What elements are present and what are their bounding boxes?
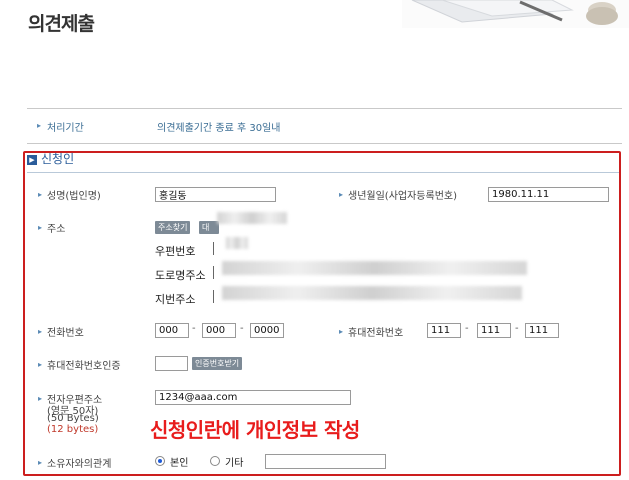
get-verify-code-button[interactable]: 인증번호받기 bbox=[192, 357, 243, 370]
phone-separator: - bbox=[240, 323, 244, 334]
redacted-text bbox=[217, 212, 287, 224]
annotation-caption: 신청인란에 개인정보 작성 bbox=[150, 418, 360, 442]
mobile-label: 휴대전화번호 bbox=[348, 328, 404, 339]
relation-other-label: 기타 bbox=[225, 458, 244, 469]
email-input[interactable] bbox=[155, 390, 351, 405]
zip-input[interactable] bbox=[213, 242, 220, 255]
section-arrow-icon: ▶ bbox=[27, 154, 37, 165]
mobile-separator: - bbox=[465, 323, 469, 334]
name-label: 성명(법인명) bbox=[47, 191, 101, 202]
bullet-icon: ▸ bbox=[37, 121, 42, 130]
zip-label: 우편번호 bbox=[155, 245, 196, 258]
phone-label: 전화번호 bbox=[47, 328, 84, 339]
redacted-text bbox=[222, 286, 522, 300]
section-divider bbox=[27, 172, 619, 173]
proxy-button[interactable]: 대행 bbox=[199, 221, 219, 234]
mobile-verify-label: 휴대전화번호인증 bbox=[47, 361, 121, 372]
bullet-icon: ▸ bbox=[38, 190, 43, 199]
redacted-text bbox=[222, 261, 527, 275]
processing-period-value: 의견제출기간 종료 후 30일내 bbox=[157, 123, 281, 134]
email-note-bytes: (50 Bytes) bbox=[47, 413, 99, 424]
relation-label: 소유자와의관계 bbox=[47, 459, 112, 470]
road-address-input[interactable] bbox=[213, 266, 220, 279]
relation-self-label: 본인 bbox=[170, 458, 189, 469]
mobile-separator: - bbox=[515, 323, 519, 334]
bullet-icon: ▸ bbox=[339, 190, 344, 199]
bullet-icon: ▸ bbox=[38, 327, 43, 336]
redacted-text bbox=[226, 237, 248, 249]
lot-address-label: 지번주소 bbox=[155, 293, 196, 306]
phone-input-3[interactable] bbox=[250, 323, 284, 338]
phone-input-1[interactable] bbox=[155, 323, 189, 338]
birth-input[interactable] bbox=[488, 187, 609, 202]
documents-illustration-icon bbox=[402, 0, 629, 28]
relation-other-input[interactable] bbox=[265, 454, 386, 469]
page-title: 의견제출 bbox=[28, 13, 95, 35]
address-label: 주소 bbox=[47, 224, 66, 235]
bullet-icon: ▸ bbox=[339, 327, 344, 336]
birth-label: 생년월일(사업자등록번호) bbox=[348, 191, 458, 202]
lot-address-input[interactable] bbox=[213, 290, 220, 303]
bullet-icon: ▸ bbox=[38, 360, 43, 369]
section-title: 신청인 bbox=[41, 152, 75, 166]
processing-period-row: ▸ 처리기간 의견제출기간 종료 후 30일내 bbox=[27, 108, 622, 144]
phone-input-2[interactable] bbox=[202, 323, 236, 338]
header-banner-image bbox=[402, 0, 629, 28]
name-input[interactable] bbox=[155, 187, 276, 202]
mobile-input-2[interactable] bbox=[477, 323, 511, 338]
processing-period-label: 처리기간 bbox=[47, 123, 84, 134]
bullet-icon: ▸ bbox=[38, 458, 43, 467]
relation-other-radio[interactable] bbox=[210, 456, 220, 466]
verify-code-input[interactable] bbox=[155, 356, 188, 371]
bullet-icon: ▸ bbox=[38, 223, 43, 232]
bullet-icon: ▸ bbox=[38, 394, 43, 403]
mobile-input-1[interactable] bbox=[427, 323, 461, 338]
road-address-label: 도로명주소 bbox=[155, 269, 206, 282]
find-address-button[interactable]: 주소찾기 bbox=[155, 221, 191, 234]
mobile-input-3[interactable] bbox=[525, 323, 559, 338]
applicant-section-header: ▶ 신청인 bbox=[27, 150, 74, 167]
relation-self-radio[interactable] bbox=[155, 456, 165, 466]
email-current-bytes: (12 bytes) bbox=[47, 424, 99, 435]
phone-separator: - bbox=[192, 323, 196, 334]
